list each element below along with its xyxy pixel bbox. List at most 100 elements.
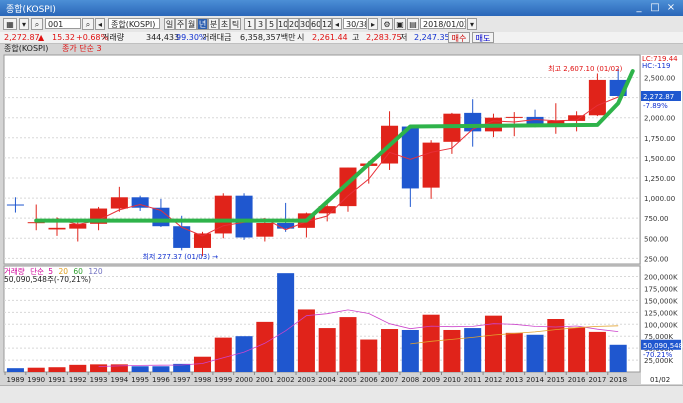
- open-value: 2,261.44: [312, 33, 348, 42]
- price-tick-label: 1,000.00: [644, 195, 675, 203]
- volume-bar: [48, 367, 66, 372]
- volume-bar: [401, 329, 419, 372]
- x-tick-label: 1997: [173, 376, 191, 384]
- speaker-icon[interactable]: ◂: [95, 18, 105, 30]
- volume-bar: [443, 329, 461, 372]
- volume-bar: [193, 356, 212, 372]
- x-tick-label: 2001: [256, 376, 274, 384]
- code-input[interactable]: 001: [45, 18, 81, 29]
- minimize-icon[interactable]: _: [632, 2, 646, 14]
- window-title: 종합(KOSPI): [6, 5, 56, 15]
- volume-tick-label: 200,000K: [644, 274, 678, 282]
- current-price: 2,272.87: [4, 33, 40, 42]
- sell-button[interactable]: 매도: [472, 32, 494, 43]
- x-tick-label: 2007: [381, 376, 399, 384]
- calendar-icon[interactable]: ▤: [407, 18, 419, 30]
- interval-button[interactable]: 30: [299, 18, 310, 30]
- volume-last-label: 50,090,548: [643, 342, 683, 350]
- volume-bar: [277, 273, 295, 372]
- change-arrow-icon: ▲: [38, 33, 45, 42]
- period-button[interactable]: 년: [197, 18, 208, 30]
- period-button[interactable]: 분: [208, 18, 219, 30]
- close-icon[interactable]: ×: [664, 2, 678, 14]
- toolbar: ▦ ▾ ⌕ 001 ⌕ ◂ 종합(KOSPI) 일주월년분초틱 1 3 5 10 20 3…: [0, 16, 683, 33]
- period-button[interactable]: 월: [186, 18, 197, 30]
- open-label: 시: [297, 33, 305, 42]
- interval-button[interactable]: 120: [321, 18, 332, 30]
- candle-body: [256, 223, 274, 237]
- interval-button[interactable]: 20: [288, 18, 299, 30]
- arrow-left-icon[interactable]: ◂: [332, 18, 342, 30]
- x-tick-label: 2006: [360, 376, 378, 384]
- volume-bar: [214, 337, 232, 372]
- volume-bar: [318, 328, 336, 372]
- maximize-icon[interactable]: □: [648, 2, 662, 14]
- candle-body: [422, 142, 440, 188]
- volume-bar: [256, 321, 274, 372]
- volume-tick-label: 175,000K: [644, 285, 678, 293]
- period-button[interactable]: 주: [175, 18, 186, 30]
- volume-tick-label: 125,000K: [644, 309, 678, 317]
- x-tick-label: 1991: [48, 376, 66, 384]
- period-button[interactable]: 초: [219, 18, 230, 30]
- legend-ma: 종가 단순 3: [62, 44, 102, 53]
- price-tick-label: 1,500.00: [644, 155, 675, 163]
- date-picker-icon[interactable]: ▾: [467, 18, 477, 30]
- volume-bar: [27, 367, 45, 372]
- arrow-right-icon[interactable]: ▸: [368, 18, 378, 30]
- interval-button[interactable]: 60: [310, 18, 321, 30]
- price-tick-label: 2,000.00: [644, 115, 675, 123]
- candle-body: [48, 227, 66, 230]
- price-tick-label: 750.00: [644, 215, 669, 223]
- x-tick-label: 1998: [194, 376, 212, 384]
- min-annotation: 최저 277.37 (01/03) →: [142, 252, 218, 261]
- x-tick-label: 2015: [547, 376, 565, 384]
- period-button[interactable]: 틱: [230, 18, 241, 30]
- chevron-down-icon[interactable]: ▾: [19, 18, 29, 30]
- search-code-icon[interactable]: ⌕: [31, 18, 43, 30]
- volume-bar: [609, 344, 627, 372]
- date-field[interactable]: 2018/01/02: [420, 18, 466, 29]
- search-icon[interactable]: ⌕: [82, 18, 94, 30]
- period-button[interactable]: 일: [164, 18, 175, 30]
- x-tick-label: 2016: [568, 376, 586, 384]
- volume-bar: [339, 317, 357, 372]
- volume-bar: [526, 334, 544, 372]
- volume-legend-value: 50,090,548주(-70,21%): [4, 275, 91, 284]
- settings-icon[interactable]: ⚙: [381, 18, 393, 30]
- x-tick-label: 2012: [485, 376, 503, 384]
- buy-button[interactable]: 매수: [448, 32, 470, 43]
- interval-button[interactable]: 1: [244, 18, 255, 30]
- volume-bar: [131, 366, 149, 372]
- chart-window: 종합(KOSPI) _ □ × ▦ ▾ ⌕ 001 ⌕ ◂ 종합(KOSPI) …: [0, 0, 683, 403]
- amount-value: 6,358,357백만: [240, 33, 296, 42]
- last-price-percent: -7.89%: [643, 102, 668, 110]
- price-tick-label: 1,250.00: [644, 175, 675, 183]
- max-annotation: 최고 2,607.10 (01/02): [548, 64, 622, 73]
- x-tick-label: 2008: [401, 376, 419, 384]
- volume-bar: [69, 364, 87, 372]
- price-tick-label: 250.00: [644, 255, 669, 263]
- x-tick-label: 2014: [526, 376, 544, 384]
- volume-value: 344,433: [146, 33, 180, 42]
- x-tick-label: 1989: [7, 376, 25, 384]
- high-label: 고: [352, 33, 360, 42]
- low-label: 저: [400, 33, 408, 42]
- volume-tick-label: 100,000K: [644, 321, 678, 329]
- interval-button[interactable]: 3: [255, 18, 266, 30]
- x-tick-label: 2005: [339, 376, 357, 384]
- interval-button[interactable]: 5: [266, 18, 277, 30]
- high-value: 2,283.75: [366, 33, 402, 42]
- name-field: 종합(KOSPI): [108, 18, 160, 29]
- interval-button[interactable]: 10: [277, 18, 288, 30]
- x-tick-label: 2013: [505, 376, 523, 384]
- chart-type-icon[interactable]: ▦: [3, 18, 17, 30]
- price-tick-label: 1,750.00: [644, 135, 675, 143]
- x-tick-label: 2000: [235, 376, 253, 384]
- save-icon[interactable]: ▣: [394, 18, 406, 30]
- volume-bar: [381, 329, 399, 372]
- x-tick-label: 1992: [69, 376, 87, 384]
- legend-title: 종합(KOSPI): [4, 44, 49, 53]
- price-volume-chart[interactable]: 250.00 500.00 750.00 1,000.00 1,250.00 1,500.…: [0, 44, 683, 385]
- count-field[interactable]: 30/38: [343, 18, 367, 29]
